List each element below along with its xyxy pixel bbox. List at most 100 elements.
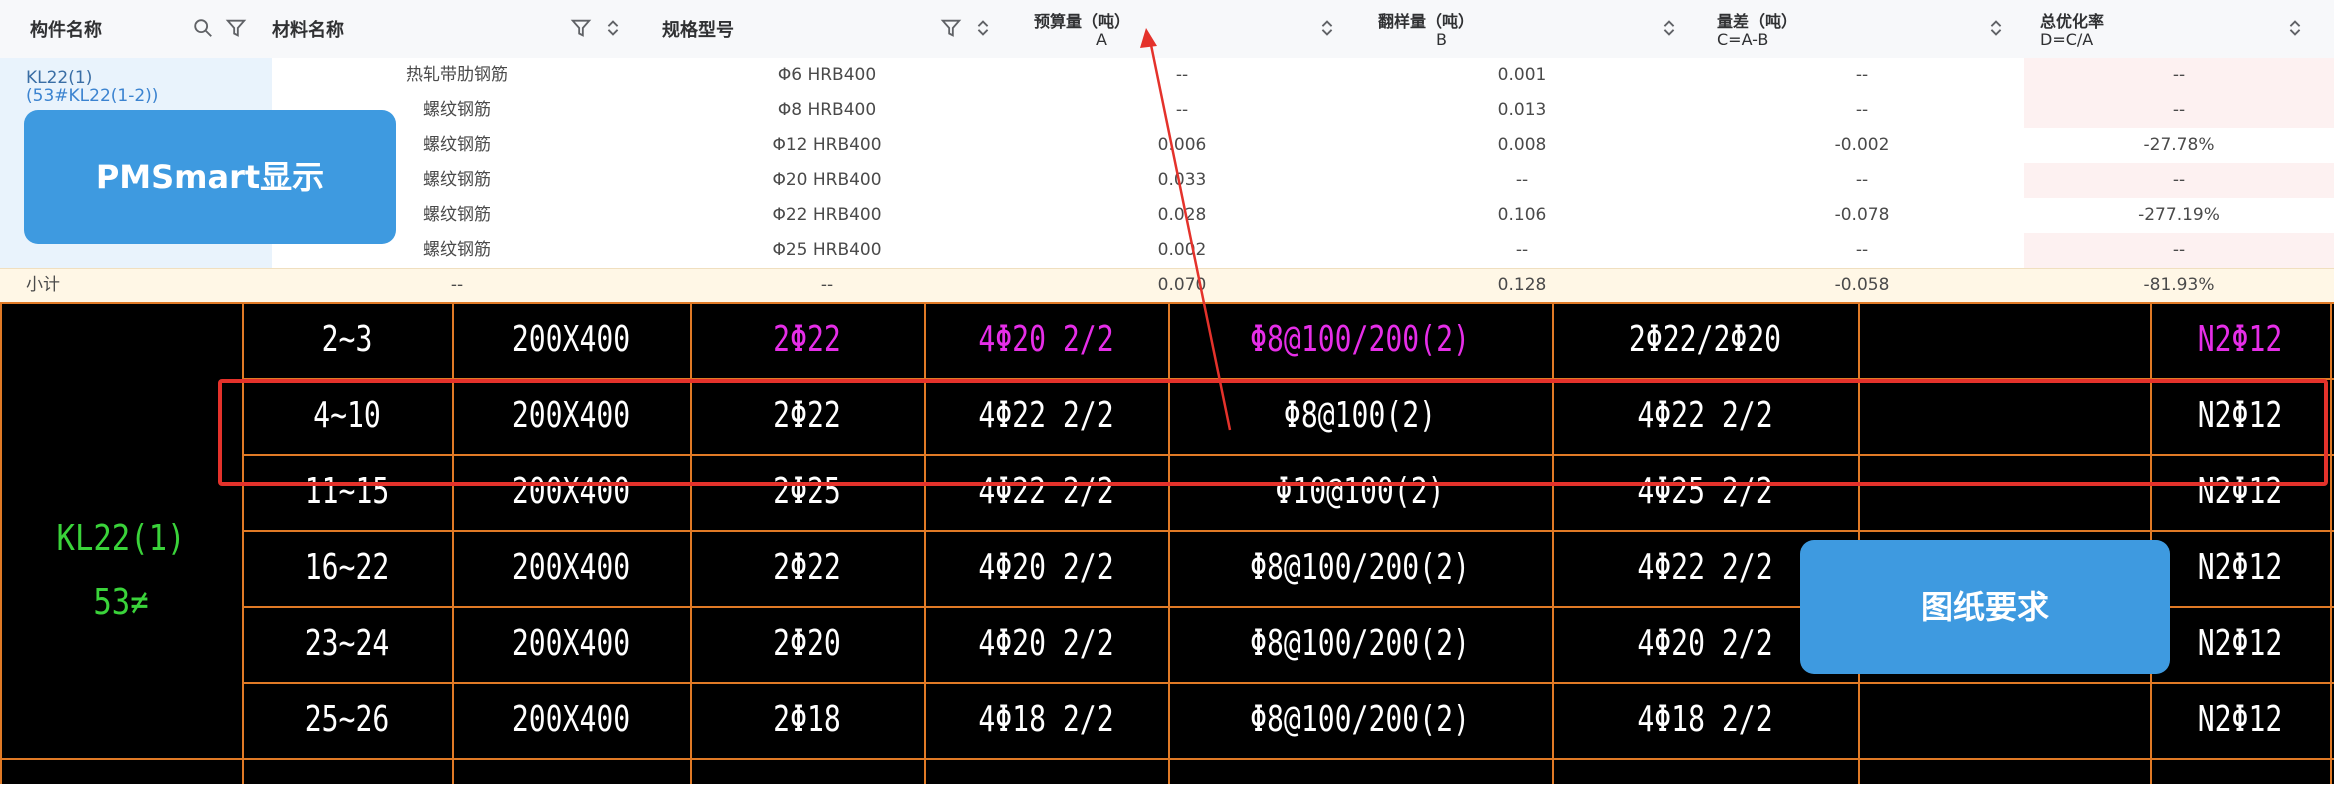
cell-rate: -27.78% bbox=[2143, 135, 2215, 155]
component-name: KL22(1) bbox=[26, 68, 93, 88]
cell-diff: -- bbox=[1855, 240, 1869, 260]
cell-spec: Φ22 HRB400 bbox=[772, 205, 882, 225]
cad-cell-section: 200X400 bbox=[511, 623, 631, 664]
filter-icon[interactable] bbox=[570, 17, 592, 39]
cell-sample: -- bbox=[1515, 170, 1529, 190]
highlight-box bbox=[218, 379, 2328, 486]
cell-sample: -- bbox=[1515, 240, 1529, 260]
table-row[interactable]: 螺纹钢筋 Φ8 HRB400 -- 0.013 -- -- bbox=[272, 93, 2334, 129]
cell-rate: -- bbox=[2024, 93, 2334, 128]
header-diff-sub: C=A-B bbox=[1717, 30, 1769, 49]
beam-number: 53≠ bbox=[93, 582, 149, 623]
cad-cell-waist: N2Φ12 bbox=[2197, 319, 2283, 360]
cad-cell-section: 200X400 bbox=[511, 699, 631, 740]
cell-diff: -- bbox=[1855, 65, 1869, 85]
header-spec: 规格型号 bbox=[662, 0, 1012, 58]
cell-diff: -0.078 bbox=[1834, 205, 1890, 225]
cad-grid-line bbox=[924, 302, 926, 784]
cad-cell-stirrup: Φ8@100/200(2) bbox=[1250, 319, 1470, 360]
sort-icon[interactable] bbox=[1316, 17, 1338, 39]
cell-diff: -- bbox=[1855, 100, 1869, 120]
table-header: 构件名称 材料名称 规格型号 预算量（吨） A 翻样量（吨） B 量差（吨） C… bbox=[0, 0, 2334, 59]
cad-drawing: KL22(1) 53≠ 2~3 200X400 2Φ22 4Φ20 2/2 Φ8@100… bbox=[0, 302, 2334, 784]
quantity-table: 构件名称 材料名称 规格型号 预算量（吨） A 翻样量（吨） B 量差（吨） C… bbox=[0, 0, 2334, 302]
cell-sample: 0.013 bbox=[1497, 100, 1547, 120]
cad-cell-top: 2Φ18 bbox=[773, 699, 841, 740]
filter-icon[interactable] bbox=[225, 17, 247, 39]
header-diff-title: 量差（吨） bbox=[1717, 12, 1798, 31]
filter-icon[interactable] bbox=[940, 17, 962, 39]
header-budget-sub: A bbox=[1096, 30, 1107, 49]
cad-grid-line bbox=[1552, 302, 1554, 784]
table-row[interactable]: 螺纹钢筋 Φ12 HRB400 0.006 0.008 -0.002 -27.78% bbox=[272, 128, 2334, 164]
cell-budget: -- bbox=[1175, 100, 1189, 120]
sort-icon[interactable] bbox=[1658, 17, 1680, 39]
table-row[interactable]: 螺纹钢筋 Φ25 HRB400 0.002 -- -- -- bbox=[272, 233, 2334, 269]
cad-grid-line bbox=[690, 302, 692, 784]
cad-cell-waist: N2Φ12 bbox=[2197, 547, 2283, 588]
header-component: 构件名称 bbox=[30, 0, 270, 58]
sort-icon[interactable] bbox=[2284, 17, 2306, 39]
cad-grid-line bbox=[242, 302, 244, 784]
subtotal-spec: -- bbox=[820, 275, 834, 295]
cad-cell-extra: 4Φ18 2/2 bbox=[1637, 699, 1773, 740]
header-rate-sub: D=C/A bbox=[2040, 30, 2094, 49]
subtotal-label: 小计 bbox=[26, 275, 60, 295]
sort-icon[interactable] bbox=[1985, 17, 2007, 39]
cell-budget: -- bbox=[1175, 65, 1189, 85]
cad-grid-line bbox=[0, 302, 2, 784]
subtotal-row: 小计 -- -- 0.070 0.128 -0.058 -81.93% bbox=[0, 268, 2334, 302]
cell-rate: -- bbox=[2024, 58, 2334, 93]
cell-sample: 0.106 bbox=[1497, 205, 1547, 225]
cad-cell-span: 23~24 bbox=[304, 623, 390, 664]
header-budget-title: 预算量（吨） bbox=[1034, 12, 1131, 31]
cad-cell-span: 16~22 bbox=[304, 547, 390, 588]
header-material-label: 材料名称 bbox=[272, 20, 344, 41]
cell-diff: -0.002 bbox=[1834, 135, 1890, 155]
cell-spec: Φ12 HRB400 bbox=[772, 135, 882, 155]
cell-spec: Φ6 HRB400 bbox=[777, 65, 877, 85]
header-sample-sub: B bbox=[1436, 30, 1447, 49]
search-icon[interactable] bbox=[192, 17, 214, 39]
table-row[interactable]: 螺纹钢筋 Φ22 HRB400 0.028 0.106 -0.078 -277.19% bbox=[272, 198, 2334, 234]
sort-icon[interactable] bbox=[972, 17, 994, 39]
cad-cell-bottom: 4Φ20 2/2 bbox=[978, 319, 1114, 360]
header-sample: 翻样量（吨） B bbox=[1378, 0, 1688, 58]
cad-cell-span: 25~26 bbox=[304, 699, 390, 740]
component-sub-name: (53#KL22(1-2)) bbox=[26, 86, 159, 106]
cell-sample: 0.001 bbox=[1497, 65, 1547, 85]
subtotal-rate: -81.93% bbox=[2143, 275, 2215, 295]
table-row[interactable]: 热轧带肋钢筋 Φ6 HRB400 -- 0.001 -- -- bbox=[272, 58, 2334, 94]
cell-spec: Φ8 HRB400 bbox=[777, 100, 877, 120]
cell-diff: -- bbox=[1855, 170, 1869, 190]
cad-cell-extra: 2Φ22/2Φ20 bbox=[1628, 319, 1782, 360]
cell-budget: 0.002 bbox=[1157, 240, 1207, 260]
cell-budget: 0.028 bbox=[1157, 205, 1207, 225]
cad-cell-waist: N2Φ12 bbox=[2197, 699, 2283, 740]
subtotal-diff: -0.058 bbox=[1834, 275, 1890, 295]
subtotal-sample: 0.128 bbox=[1497, 275, 1547, 295]
subtotal-material: -- bbox=[450, 275, 464, 295]
cad-cell-extra: 4Φ20 2/2 bbox=[1637, 623, 1773, 664]
cad-grid-line bbox=[452, 302, 454, 784]
drawing-callout: 图纸要求 bbox=[1800, 540, 2170, 674]
cell-budget: 0.033 bbox=[1157, 170, 1207, 190]
header-material: 材料名称 bbox=[272, 0, 642, 58]
cell-material: 热轧带肋钢筋 bbox=[406, 65, 508, 85]
cell-rate: -277.19% bbox=[2138, 205, 2220, 225]
sort-icon[interactable] bbox=[602, 17, 624, 39]
cad-cell-section: 200X400 bbox=[511, 319, 631, 360]
cell-spec: Φ20 HRB400 bbox=[772, 170, 882, 190]
cell-sample: 0.008 bbox=[1497, 135, 1547, 155]
cad-cell-bottom: 4Φ18 2/2 bbox=[978, 699, 1114, 740]
cell-rate: -- bbox=[2024, 233, 2334, 268]
cad-cell-bottom: 4Φ20 2/2 bbox=[978, 623, 1114, 664]
cad-grid-line bbox=[0, 758, 2334, 760]
cad-cell-bottom: 4Φ20 2/2 bbox=[978, 547, 1114, 588]
cell-budget: 0.006 bbox=[1157, 135, 1207, 155]
table-row[interactable]: 螺纹钢筋 Φ20 HRB400 0.033 -- -- -- bbox=[272, 163, 2334, 199]
header-rate: 总优化率 D=C/A bbox=[2040, 0, 2320, 58]
pmsmart-callout: PMSmart显示 bbox=[24, 110, 396, 244]
header-diff: 量差（吨） C=A-B bbox=[1717, 0, 2027, 58]
beam-name: KL22(1) bbox=[56, 518, 186, 559]
